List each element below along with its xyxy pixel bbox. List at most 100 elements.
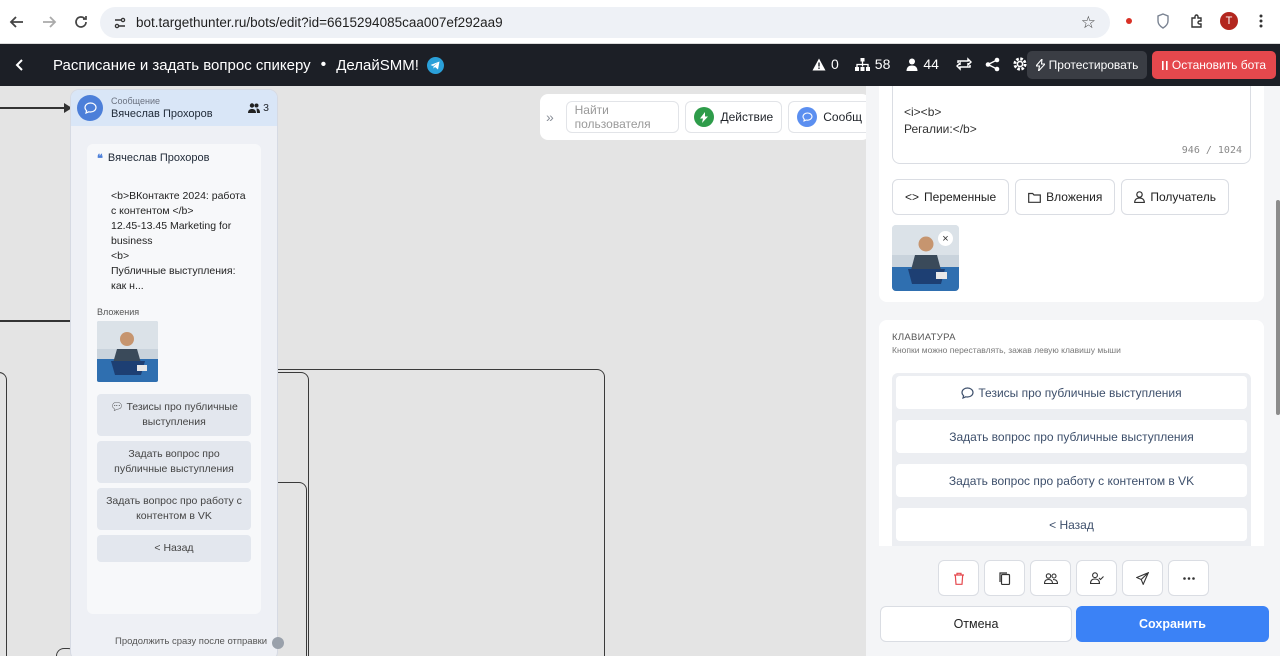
title-separator: • — [320, 56, 327, 73]
nodes-count: 58 — [874, 56, 891, 72]
browser-menu-icon[interactable] — [1250, 10, 1272, 32]
message-textarea[interactable]: <i><b> Регалии:</b> 946 / 1024 — [892, 86, 1251, 164]
copy-button[interactable] — [984, 560, 1025, 596]
save-button[interactable]: Сохранить — [1076, 606, 1269, 642]
char-counter: 946 / 1024 — [1181, 145, 1242, 156]
nodes-stat[interactable]: 58 — [854, 56, 891, 72]
add-action-button[interactable]: Действие — [685, 101, 783, 133]
more-options-button[interactable] — [1168, 560, 1209, 596]
keyboard-hint: Кнопки можно переставлять, зажав левую к… — [892, 345, 1121, 355]
attachment-thumbnail[interactable]: × — [892, 225, 959, 291]
recipients-count: 3 — [263, 102, 269, 114]
keyboard-button[interactable]: Задать вопрос про публичные выступления — [896, 420, 1247, 453]
node-recipients: 3 — [248, 102, 269, 114]
node-editor-panel: <i><b> Регалии:</b> 946 / 1024 <> Переме… — [866, 86, 1280, 656]
variables-button[interactable]: <> Переменные — [892, 179, 1010, 215]
quote-sender: Вячеслав Прохоров — [107, 152, 210, 164]
more-dots-icon — [1182, 576, 1195, 580]
users-count: 44 — [923, 56, 939, 72]
back-chevron-icon[interactable] — [0, 59, 40, 71]
recipient-button[interactable]: Получатель — [1121, 179, 1229, 215]
address-bar[interactable]: bot.targethunter.ru/bots/edit?id=6615294… — [100, 7, 1110, 38]
user-icon — [1134, 191, 1146, 203]
browser-toolbar: bot.targethunter.ru/bots/edit?id=6615294… — [0, 0, 1280, 44]
user-check-button[interactable] — [1076, 560, 1117, 596]
keyboard-buttons-area: Тезисы про публичные выступления Задать … — [892, 373, 1251, 553]
collapse-double-chevron-icon[interactable]: » — [546, 109, 560, 125]
add-message-label: Сообщ — [823, 110, 862, 124]
attachments-label: Вложения — [1046, 190, 1103, 204]
user-icon — [906, 58, 918, 71]
keyboard-card: КЛАВИАТУРА Кнопки можно переставлять, за… — [879, 320, 1264, 560]
node-name: Вячеслав Прохоров — [111, 108, 213, 120]
warnings-stat[interactable]: 0 — [812, 56, 839, 72]
recipient-label: Получатель — [1150, 190, 1216, 204]
node-header[interactable]: Сообщение Вячеслав Прохоров 3 — [71, 90, 277, 126]
trash-icon — [953, 572, 964, 585]
continue-after-send-label: Продолжить сразу после отправки — [115, 636, 268, 647]
users-group-icon — [248, 103, 261, 113]
add-action-label: Действие — [720, 110, 774, 124]
chat-bubble-icon — [77, 95, 103, 121]
keyboard-button[interactable]: Тезисы про публичные выступления — [896, 376, 1247, 409]
message-text: <b>ВКонтакте 2024: работа с контентом </… — [111, 190, 246, 292]
send-button[interactable] — [1122, 560, 1163, 596]
message-textarea-content: <i><b> Регалии:</b> — [904, 105, 977, 136]
node-keyboard: 💬︎ Тезисы про публичные выступления Зада… — [97, 394, 251, 567]
extensions-puzzle-icon[interactable] — [1186, 10, 1208, 32]
remove-attachment-icon[interactable]: × — [938, 231, 953, 246]
keyboard-button[interactable]: Задать вопрос про работу с контентом в V… — [896, 464, 1247, 497]
delete-button[interactable] — [938, 560, 979, 596]
connection-line — [0, 320, 72, 322]
app-header: Расписание и задать вопрос спикеру • Дел… — [0, 44, 1280, 86]
share-icon[interactable] — [983, 55, 1001, 73]
site-settings-icon[interactable] — [106, 16, 134, 30]
add-message-button[interactable]: Сообщ — [788, 101, 870, 133]
code-brackets-icon: <> — [905, 190, 920, 204]
quote-icon: ❝ — [97, 153, 103, 165]
user-search-input[interactable]: Найти пользователя — [565, 101, 680, 133]
continue-toggle[interactable] — [272, 637, 284, 649]
bot-name: ДелайSMM! — [336, 56, 419, 74]
variables-label: Переменные — [924, 190, 997, 204]
message-preview: ❝ Вячеслав Прохоров <b>ВКонтакте 2024: р… — [87, 144, 261, 614]
node-keyboard-button[interactable]: Задать вопрос про публичные выступления — [97, 441, 251, 483]
warning-icon — [812, 58, 826, 70]
forward-arrow-icon[interactable] — [34, 7, 64, 37]
bookmark-star-icon[interactable]: ☆ — [1081, 13, 1096, 33]
reload-icon[interactable] — [66, 7, 96, 37]
stop-bot-button[interactable]: Остановить бота — [1152, 51, 1276, 79]
connection-line — [265, 369, 605, 656]
pause-icon — [1161, 60, 1168, 70]
canvas-toolbar: » Найти пользователя Действие Сообщ — [540, 94, 870, 140]
cancel-button[interactable]: Отмена — [880, 606, 1072, 642]
attachments-button[interactable]: Вложения — [1015, 179, 1116, 215]
panel-scrollbar[interactable] — [1276, 200, 1280, 415]
scenario-title: Расписание и задать вопрос спикеру — [53, 56, 311, 74]
test-bot-button[interactable]: Протестировать — [1027, 51, 1147, 79]
test-bot-label: Протестировать — [1048, 58, 1139, 72]
extension-record-icon[interactable] — [1118, 10, 1140, 32]
folder-icon — [1028, 192, 1042, 203]
users-stat[interactable]: 44 — [906, 56, 939, 72]
back-arrow-icon[interactable] — [2, 7, 32, 37]
extension-shield-icon[interactable] — [1152, 10, 1174, 32]
chat-bubble-icon — [797, 107, 818, 127]
profile-avatar[interactable]: Т — [1220, 12, 1238, 30]
keyboard-button[interactable]: < Назад — [896, 508, 1247, 541]
node-keyboard-button[interactable]: < Назад — [97, 535, 251, 562]
node-keyboard-button[interactable]: Задать вопрос про работу с контентом в V… — [97, 488, 251, 530]
copy-icon — [998, 571, 1010, 585]
attachments-label: Вложения — [97, 307, 140, 317]
flow-canvas[interactable]: Сообщение Вячеслав Прохоров 3 ❝ Вячеслав… — [0, 86, 866, 656]
sitemap-icon — [854, 57, 870, 71]
message-node-card[interactable]: Сообщение Вячеслав Прохоров 3 ❝ Вячеслав… — [71, 90, 277, 656]
node-keyboard-button[interactable]: 💬︎ Тезисы про публичные выступления — [97, 394, 251, 436]
stop-bot-label: Остановить бота — [1171, 58, 1267, 72]
repeat-icon[interactable] — [955, 55, 973, 73]
group-button[interactable] — [1030, 560, 1071, 596]
node-type-label: Сообщение — [111, 96, 160, 106]
user-check-icon — [1089, 572, 1104, 584]
chat-bubble-icon — [961, 386, 974, 399]
keyboard-button-label: Тезисы про публичные выступления — [978, 385, 1182, 400]
